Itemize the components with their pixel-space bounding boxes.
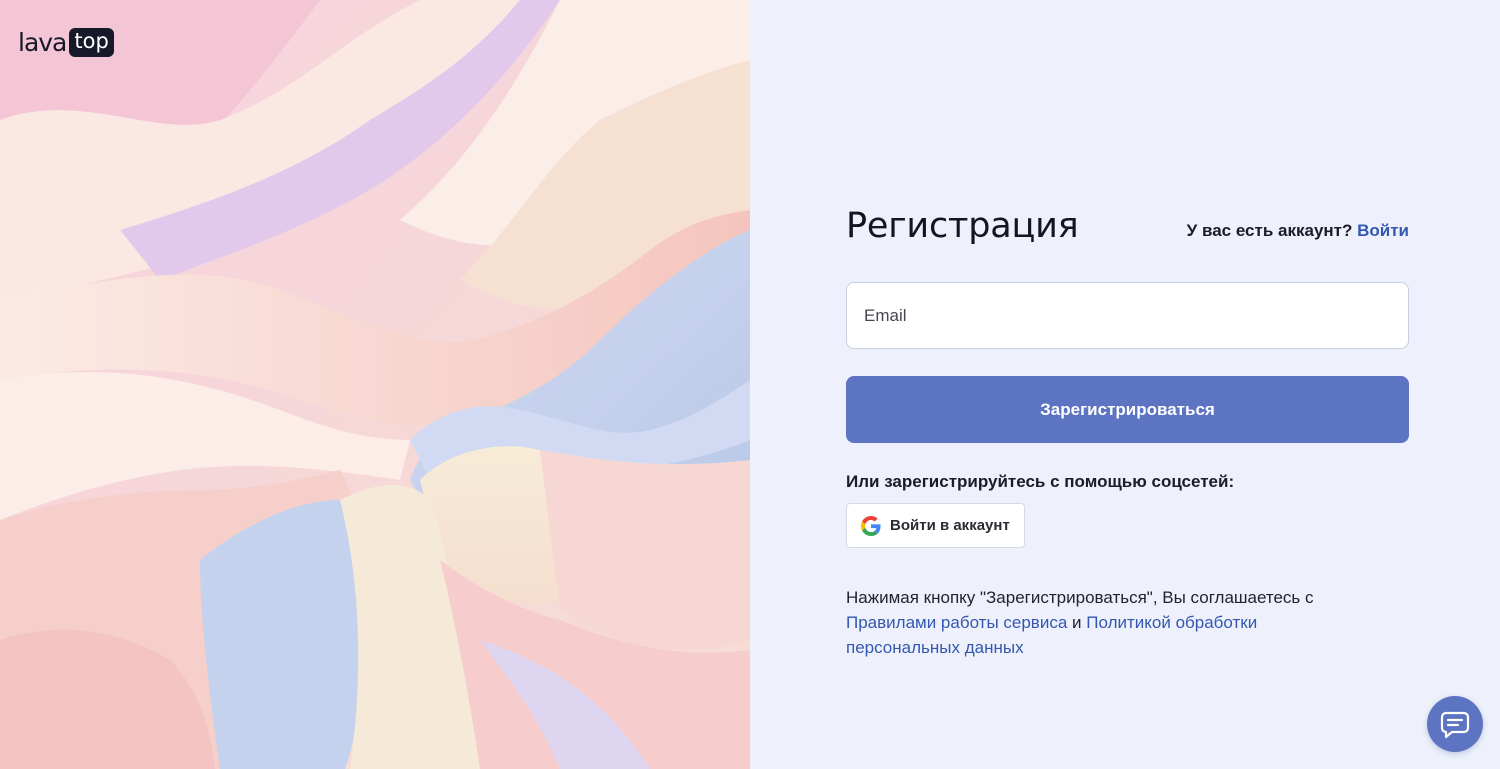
logo-text-lava: lava bbox=[18, 27, 67, 57]
terms-notice: Нажимая кнопку "Зарегистрироваться", Вы … bbox=[846, 585, 1366, 660]
registration-form: Регистрация У вас есть аккаунт? Войти За… bbox=[846, 204, 1409, 660]
login-hint: У вас есть аккаунт? Войти bbox=[1187, 221, 1409, 241]
form-header: Регистрация У вас есть аккаунт? Войти bbox=[846, 204, 1409, 248]
email-field[interactable] bbox=[846, 282, 1409, 349]
terms-and: и bbox=[1072, 613, 1082, 632]
lava-top-logo[interactable]: lava top bbox=[18, 26, 114, 58]
google-signin-button[interactable]: Войти в аккаунт bbox=[846, 503, 1025, 548]
hero-artwork: lava top bbox=[0, 0, 750, 769]
terms-prefix: Нажимая кнопку "Зарегистрироваться", Вы … bbox=[846, 588, 1314, 607]
registration-panel: Регистрация У вас есть аккаунт? Войти За… bbox=[750, 0, 1500, 769]
service-rules-link[interactable]: Правилами работы сервиса bbox=[846, 613, 1067, 632]
login-link[interactable]: Войти bbox=[1357, 221, 1409, 240]
abstract-waves-image bbox=[0, 0, 750, 769]
chat-icon bbox=[1440, 711, 1470, 739]
page-title: Регистрация bbox=[846, 206, 1079, 246]
google-button-label: Войти в аккаунт bbox=[890, 517, 1010, 534]
logo-text-top: top bbox=[69, 27, 114, 57]
register-button[interactable]: Зарегистрироваться bbox=[846, 376, 1409, 443]
login-question: У вас есть аккаунт? bbox=[1186, 221, 1353, 240]
google-icon bbox=[861, 515, 881, 536]
support-chat-button[interactable] bbox=[1427, 696, 1483, 752]
social-signup-label: Или зарегистрируйтесь с помощью соцсетей… bbox=[846, 472, 1235, 491]
